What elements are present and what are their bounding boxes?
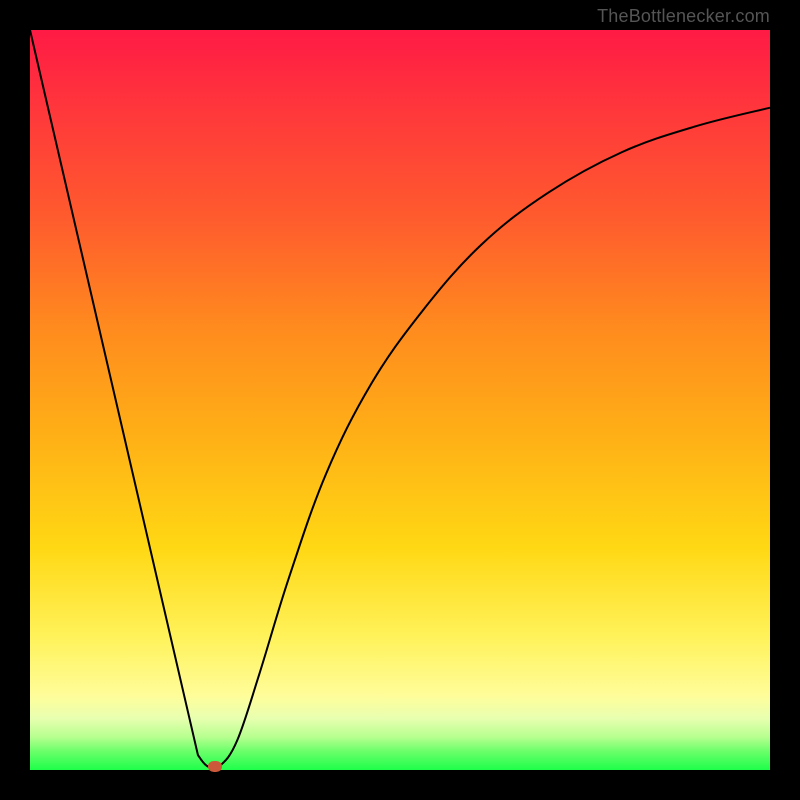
bottleneck-curve [30, 30, 770, 768]
chart-frame: TheBottlenecker.com [0, 0, 800, 800]
plot-area [30, 30, 770, 770]
attribution-text: TheBottlenecker.com [597, 6, 770, 27]
optimum-marker [208, 761, 222, 772]
curve-svg [30, 30, 770, 770]
